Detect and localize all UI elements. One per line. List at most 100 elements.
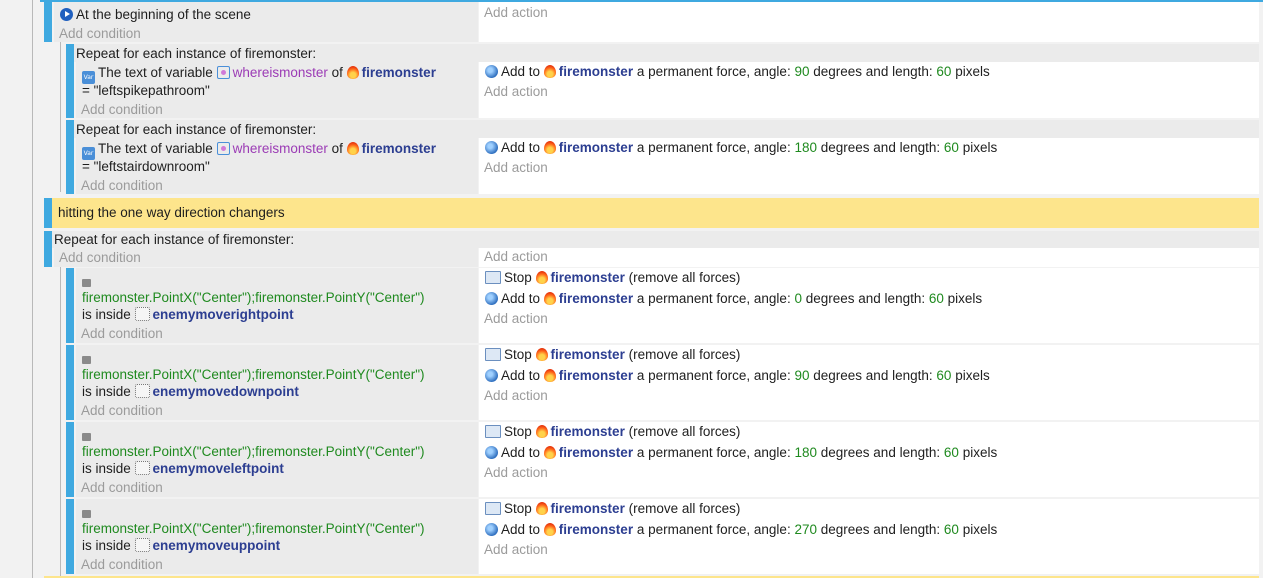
action-add-force[interactable]: Add to firemonster a permanent force, an… [485, 444, 997, 461]
action-stop-forces[interactable]: Stop firemonster (remove all forces) [485, 500, 740, 517]
comment-block[interactable]: hitting the one way direction changers [52, 198, 1259, 228]
add-condition-link[interactable]: Add condition [81, 177, 163, 194]
add-condition-link[interactable]: Add condition [59, 25, 141, 42]
add-condition-link[interactable]: Add condition [81, 402, 163, 419]
condition-block[interactable]: Var The text of variable whereismonster o… [76, 138, 478, 194]
fire-object-icon [543, 523, 556, 536]
event-bar[interactable] [66, 268, 74, 343]
comment-text: hitting the one way direction changers [58, 205, 285, 220]
fire-object-icon [535, 425, 548, 438]
actions-block[interactable]: Add to firemonster a permanent force, an… [479, 138, 1259, 194]
actions-block[interactable]: Stop firemonster (remove all forces) Add… [479, 345, 1259, 420]
fire-object-icon [535, 502, 548, 515]
fire-object-icon [543, 446, 556, 459]
condition-expression[interactable]: firemonster.PointX("Center");firemonster… [82, 520, 425, 537]
event-bar[interactable] [66, 345, 74, 420]
stop-icon [485, 348, 501, 361]
event-bar[interactable] [66, 499, 74, 574]
add-action-link[interactable]: Add action [484, 541, 548, 558]
condition-block[interactable]: firemonster.PointX("Center");firemonster… [76, 422, 478, 497]
condition-variable-text[interactable]: Var The text of variable whereismonster o… [82, 64, 436, 84]
point-object-icon [134, 461, 150, 475]
condition-small-icon-row [82, 349, 94, 366]
actions-block[interactable]: Add action [479, 2, 1259, 42]
action-add-force[interactable]: Add to firemonster a permanent force, an… [485, 139, 997, 156]
collision-condition-icon [82, 356, 91, 364]
add-condition-link[interactable]: Add condition [81, 479, 163, 496]
repeat-label: Repeat for each instance of firemonster: [54, 232, 295, 247]
condition-is-inside[interactable]: is inside enemymoveuppoint [82, 537, 280, 554]
actions-block[interactable]: Stop firemonster (remove all forces) Add… [479, 422, 1259, 497]
condition-block[interactable]: Add condition [54, 248, 478, 267]
condition-scene-start[interactable]: At the beginning of the scene [60, 6, 251, 23]
action-add-force[interactable]: Add to firemonster a permanent force, an… [485, 290, 982, 307]
fire-object-icon [543, 292, 556, 305]
repeat-label: Repeat for each instance of firemonster: [76, 122, 317, 137]
add-action-link[interactable]: Add action [484, 464, 548, 481]
object-variable-icon [216, 142, 230, 155]
condition-expression[interactable]: firemonster.PointX("Center");firemonster… [82, 443, 425, 460]
fire-object-icon [535, 348, 548, 361]
action-stop-forces[interactable]: Stop firemonster (remove all forces) [485, 346, 740, 363]
add-condition-link[interactable]: Add condition [81, 556, 163, 573]
action-add-force[interactable]: Add to firemonster a permanent force, an… [485, 367, 990, 384]
condition-is-inside[interactable]: is inside enemymovedownpoint [82, 383, 299, 400]
point-object-icon [134, 538, 150, 552]
action-stop-forces[interactable]: Stop firemonster (remove all forces) [485, 269, 740, 286]
condition-value: = "leftstairdownroom" [82, 159, 210, 174]
action-add-force[interactable]: Add to firemonster a permanent force, an… [485, 63, 990, 80]
add-action-link[interactable]: Add action [484, 159, 548, 176]
actions-block[interactable]: Stop firemonster (remove all forces) Add… [479, 268, 1259, 343]
force-icon [485, 369, 498, 382]
condition-block[interactable]: firemonster.PointX("Center");firemonster… [76, 268, 478, 343]
condition-variable-text[interactable]: Var The text of variable whereismonster o… [82, 140, 436, 160]
repeat-header[interactable]: Repeat for each instance of firemonster: [52, 231, 1259, 248]
fire-object-icon [543, 141, 556, 154]
collision-condition-icon [82, 433, 91, 441]
condition-is-inside[interactable]: is inside enemymoveleftpoint [82, 460, 284, 477]
condition-small-icon-row [82, 503, 94, 520]
add-action-link[interactable]: Add action [484, 248, 548, 265]
add-action-link[interactable]: Add action [484, 310, 548, 327]
comment-bar[interactable] [44, 198, 52, 228]
event-bar[interactable] [66, 120, 74, 194]
add-condition-link[interactable]: Add condition [59, 249, 141, 266]
stop-icon [485, 425, 501, 438]
add-action-link[interactable]: Add action [484, 4, 548, 21]
repeat-header[interactable]: Repeat for each instance of firemonster: [74, 120, 1259, 138]
actions-block[interactable]: Add action [479, 248, 1259, 267]
event-bar[interactable] [44, 231, 52, 267]
actions-block[interactable]: Stop firemonster (remove all forces) Add… [479, 499, 1259, 574]
fire-object-icon [543, 369, 556, 382]
action-add-force[interactable]: Add to firemonster a permanent force, an… [485, 521, 997, 538]
fire-object-icon [346, 66, 359, 79]
event-bar[interactable] [44, 0, 52, 42]
repeat-label: Repeat for each instance of firemonster: [76, 46, 317, 61]
scene-start-icon [60, 8, 73, 21]
force-icon [485, 65, 498, 78]
actions-block[interactable]: Add to firemonster a permanent force, an… [479, 62, 1259, 118]
condition-small-icon-row [82, 426, 94, 443]
event-bar[interactable] [66, 422, 74, 497]
add-action-link[interactable]: Add action [484, 83, 548, 100]
condition-block[interactable]: At the beginning of the scene Add condit… [54, 2, 478, 42]
fire-object-icon [543, 65, 556, 78]
condition-expression[interactable]: firemonster.PointX("Center");firemonster… [82, 366, 425, 383]
condition-expression[interactable]: firemonster.PointX("Center");firemonster… [82, 289, 425, 306]
add-condition-link[interactable]: Add condition [81, 325, 163, 342]
point-object-icon [134, 307, 150, 321]
object-variable-icon [216, 66, 230, 79]
action-stop-forces[interactable]: Stop firemonster (remove all forces) [485, 423, 740, 440]
add-condition-link[interactable]: Add condition [81, 101, 163, 118]
force-icon [485, 523, 498, 536]
fire-object-icon [535, 271, 548, 284]
fire-object-icon [346, 142, 359, 155]
condition-block[interactable]: firemonster.PointX("Center");firemonster… [76, 345, 478, 420]
add-action-link[interactable]: Add action [484, 387, 548, 404]
condition-is-inside[interactable]: is inside enemymoverightpoint [82, 306, 294, 323]
condition-block[interactable]: Var The text of variable whereismonster o… [76, 62, 478, 118]
condition-block[interactable]: firemonster.PointX("Center");firemonster… [76, 499, 478, 574]
event-bar[interactable] [66, 44, 74, 118]
condition-small-icon-row [82, 272, 94, 289]
repeat-header[interactable]: Repeat for each instance of firemonster: [74, 44, 1259, 62]
